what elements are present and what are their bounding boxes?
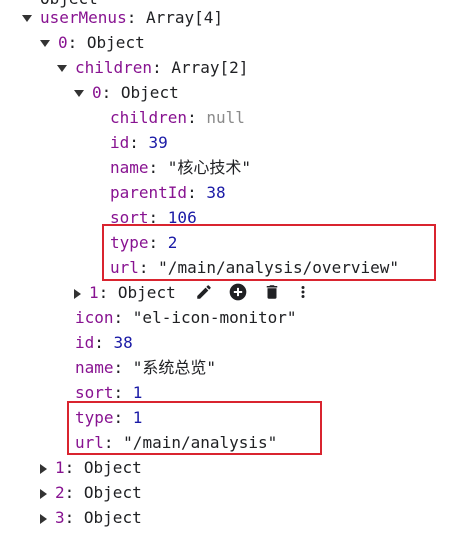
field-key: icon — [75, 308, 114, 327]
add-circle-icon[interactable] — [228, 282, 248, 302]
tree-node-children[interactable]: children: Array[2] — [57, 55, 248, 80]
node-type: Object — [117, 283, 176, 302]
tree-node-item-1[interactable]: 1: Object — [40, 455, 142, 480]
highlight-box — [67, 401, 322, 455]
highlight-box — [102, 224, 436, 281]
expand-arrow-icon[interactable] — [74, 90, 84, 97]
node-type: Object — [86, 33, 145, 52]
field-key: name — [75, 358, 114, 377]
node-type: Object — [83, 483, 142, 502]
delete-icon[interactable] — [263, 283, 281, 301]
node-key: 0 — [58, 33, 68, 52]
field-key: name — [110, 158, 149, 177]
field-key: sort — [75, 383, 114, 402]
node-type: Object — [83, 508, 142, 527]
node-type: Object — [83, 458, 142, 477]
tree-node-item-3[interactable]: 3: Object — [40, 505, 142, 530]
node-key: 3 — [55, 508, 65, 527]
field-id: id: 39 — [110, 133, 168, 152]
field-id: id: 38 — [75, 333, 133, 352]
field-icon: icon: "el-icon-monitor" — [75, 308, 297, 327]
field-children: children: null — [110, 108, 245, 127]
field-value: "el-icon-monitor" — [132, 308, 297, 327]
field-value: 1 — [132, 383, 143, 402]
row-toolbar — [195, 281, 310, 303]
tree-node-item-2[interactable]: 2: Object — [40, 480, 142, 505]
edit-icon[interactable] — [195, 283, 213, 301]
field-parentid: parentId: 38 — [110, 183, 226, 202]
collapse-arrow-icon[interactable] — [40, 488, 47, 499]
collapse-arrow-icon[interactable] — [40, 463, 47, 474]
node-type: Array[4] — [145, 8, 224, 27]
node-key: userMenus — [40, 8, 127, 27]
node-type: Array[2] — [171, 58, 249, 77]
field-name: name: "系统总览" — [75, 358, 217, 377]
expand-arrow-icon[interactable] — [40, 40, 50, 47]
tree-node-item-0[interactable]: 0: Object — [40, 30, 145, 55]
more-vert-icon[interactable] — [296, 283, 310, 301]
node-key: 1 — [89, 283, 99, 302]
expand-arrow-icon[interactable] — [22, 15, 32, 22]
field-value: 38 — [206, 183, 226, 202]
collapse-arrow-icon[interactable] — [40, 513, 47, 524]
field-name: name: "核心技术" — [110, 158, 252, 177]
field-key: id — [110, 133, 130, 152]
field-value: 39 — [148, 133, 168, 152]
collapse-arrow-icon[interactable] — [74, 288, 81, 299]
field-value: "系统总览" — [132, 358, 217, 377]
node-key: 1 — [55, 458, 65, 477]
field-key: parentId — [110, 183, 188, 202]
field-value: "核心技术" — [167, 158, 252, 177]
tree-node-child-1[interactable]: 1: Object — [74, 280, 176, 305]
node-key: children — [75, 58, 153, 77]
field-key: id — [75, 333, 95, 352]
tree-node-usermenus[interactable]: userMenus: Array[4] — [22, 5, 223, 30]
node-key: 2 — [55, 483, 65, 502]
field-value: null — [206, 108, 245, 127]
tree-node-child-0[interactable]: 0: Object — [74, 80, 179, 105]
field-value: 38 — [113, 333, 133, 352]
node-key: 0 — [92, 83, 102, 102]
node-type: Object — [120, 83, 179, 102]
expand-arrow-icon[interactable] — [57, 65, 67, 72]
field-key: children — [110, 108, 188, 127]
